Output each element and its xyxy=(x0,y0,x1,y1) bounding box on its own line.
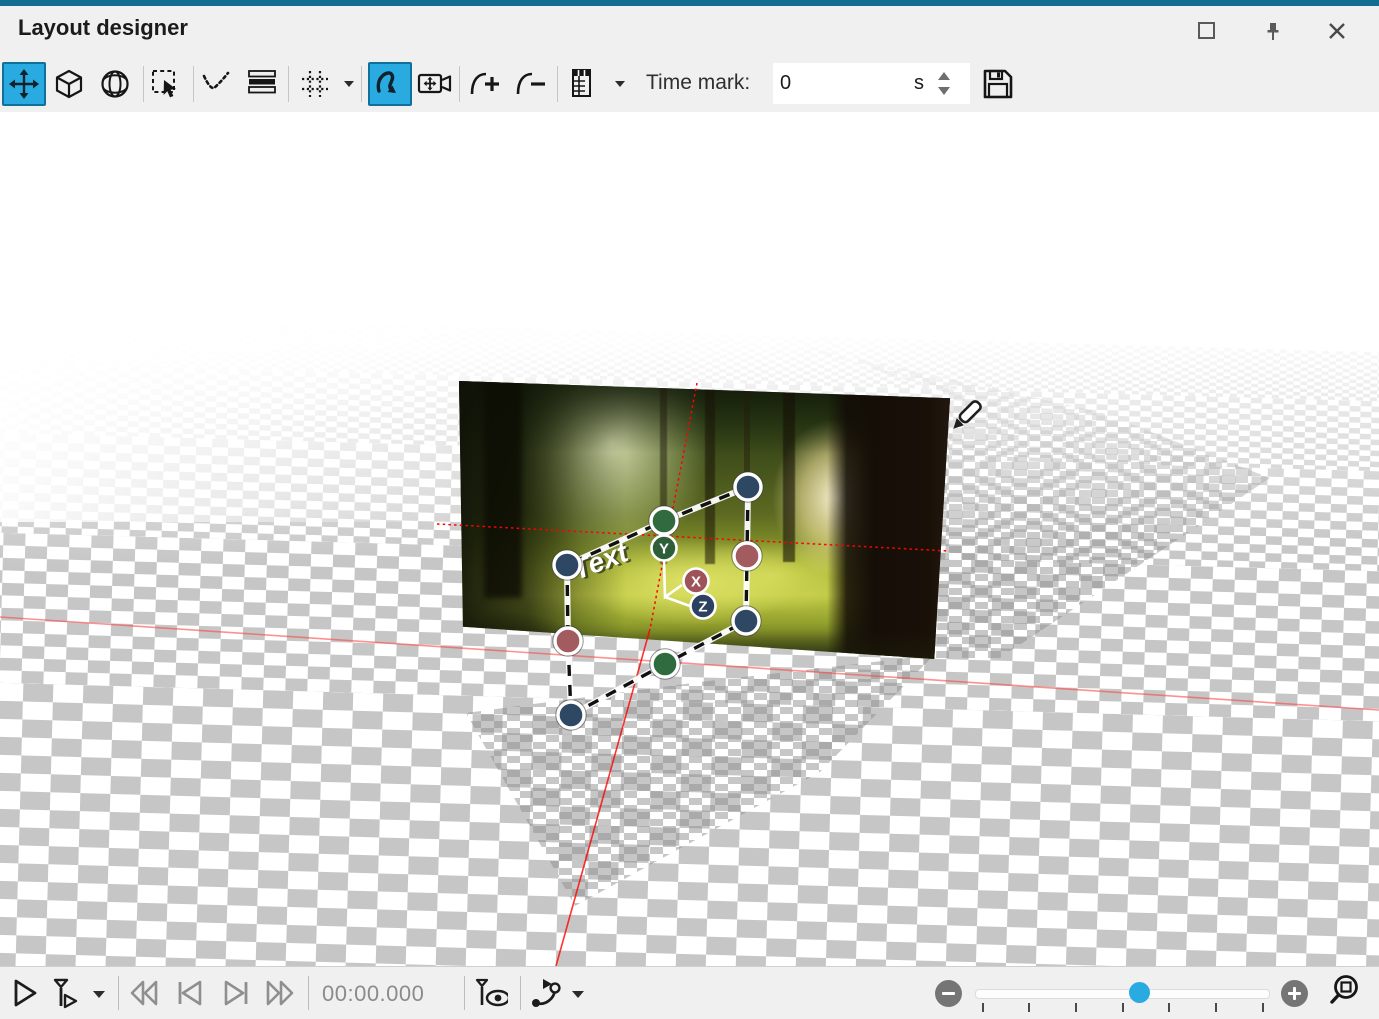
camera-view-button[interactable] xyxy=(414,62,458,106)
play-options-caret[interactable] xyxy=(93,991,105,998)
move-tool-button[interactable] xyxy=(2,62,46,106)
titlebar-accent-stripe xyxy=(0,0,1379,6)
curve-points-tool-button[interactable] xyxy=(195,62,239,106)
keyframe-table-button[interactable] xyxy=(562,62,606,106)
select-tool-button[interactable] xyxy=(144,62,188,106)
time-mark-unit: s xyxy=(914,72,924,94)
add-curve-point-button[interactable] xyxy=(464,62,508,106)
svg-text:Y: Y xyxy=(659,541,669,558)
svg-text:Z: Z xyxy=(698,599,707,616)
handle-corner-top-right[interactable] xyxy=(732,471,764,503)
remove-curve-point-button[interactable] xyxy=(510,62,554,106)
play-icon xyxy=(14,979,37,1007)
marker-visibility-button[interactable] xyxy=(472,975,508,1011)
marker-eye-icon xyxy=(475,978,508,1007)
select-rect-icon xyxy=(152,70,176,98)
time-mark-input[interactable] xyxy=(773,71,900,96)
handle-corner-bottom-left[interactable] xyxy=(555,699,587,731)
axis-handle-z[interactable]: Z xyxy=(689,592,717,620)
pin-icon xyxy=(1267,23,1279,40)
spinner-down[interactable] xyxy=(938,87,950,95)
maximize-button[interactable] xyxy=(1190,16,1224,46)
handles xyxy=(551,471,764,731)
layers-tool-button[interactable] xyxy=(240,62,284,106)
axis-handle-y[interactable]: Y xyxy=(650,534,678,562)
zoom-slider-thumb[interactable] xyxy=(1129,982,1150,1003)
previous-frame-icon xyxy=(178,980,202,1006)
ground-axis-x-line xyxy=(0,616,1379,711)
fast-forward-icon xyxy=(266,980,294,1006)
handle-edge-right[interactable] xyxy=(731,540,763,572)
motion-path-tool-button[interactable] xyxy=(368,62,412,106)
play-from-marker-icon xyxy=(53,978,78,1009)
play-button[interactable] xyxy=(6,975,42,1011)
grid-icon xyxy=(302,71,328,97)
zoom-in-button[interactable] xyxy=(1281,980,1308,1007)
zoom-slider-track[interactable] xyxy=(975,989,1270,999)
handle-corner-left[interactable] xyxy=(551,549,583,581)
save-icon xyxy=(983,69,1013,99)
previous-frame-button[interactable] xyxy=(172,975,208,1011)
next-frame-icon xyxy=(224,980,248,1006)
handle-edge-bottom[interactable] xyxy=(649,648,681,680)
zoom-fit-icon xyxy=(1330,975,1358,1004)
guide-horizontal-dotted xyxy=(436,523,949,552)
top-chrome: Layout designer Time mark: 0 s xyxy=(0,0,1379,113)
grid-tool-button[interactable] xyxy=(293,62,337,106)
cube-tool-button[interactable] xyxy=(47,62,91,106)
move-icon xyxy=(9,69,39,99)
zoom-fit-button[interactable] xyxy=(1328,973,1364,1009)
play-from-marker-button[interactable] xyxy=(48,975,84,1011)
rewind-button[interactable] xyxy=(126,975,162,1011)
keyframe-table-dropdown-caret[interactable] xyxy=(615,81,625,87)
close-icon xyxy=(1329,23,1345,39)
dotted-check-icon xyxy=(202,71,230,90)
layout-canvas[interactable]: Text Text Y X Z xyxy=(0,112,1379,966)
handle-edge-left[interactable] xyxy=(552,625,584,657)
camera-view-icon xyxy=(417,73,452,94)
globe-icon xyxy=(101,70,129,98)
save-button[interactable] xyxy=(976,62,1020,106)
path-playback-button[interactable] xyxy=(528,975,564,1011)
globe-tool-button[interactable] xyxy=(93,62,137,106)
keyframe-table-icon xyxy=(572,69,591,97)
path-playback-caret[interactable] xyxy=(572,991,584,998)
path-playback-icon xyxy=(532,979,561,1007)
layer-bars-icon xyxy=(248,70,276,94)
motion-path-icon xyxy=(376,71,396,93)
spinner-up[interactable] xyxy=(938,72,950,80)
time-mark-field: s xyxy=(773,63,970,104)
handle-edge-top[interactable] xyxy=(648,505,680,537)
time-display: 00:00.000 xyxy=(322,981,425,1006)
fast-forward-button[interactable] xyxy=(262,975,298,1011)
axis-handles: Y X Z xyxy=(650,534,717,620)
window-title: Layout designer xyxy=(18,15,188,40)
transport-bar: 00:00.000 xyxy=(0,966,1379,1019)
next-frame-button[interactable] xyxy=(218,975,254,1011)
remove-curve-point-icon xyxy=(516,72,545,95)
rewind-icon xyxy=(130,980,158,1006)
time-mark-label: Time mark: xyxy=(646,71,751,94)
close-button[interactable] xyxy=(1320,16,1354,46)
layout-designer-window: Layout designer Time mark: 0 s Text Text… xyxy=(0,0,1379,1019)
gizmo-overlay: Text Text Y X Z xyxy=(0,382,1379,966)
grid-dropdown-caret[interactable] xyxy=(344,81,354,87)
pin-button[interactable] xyxy=(1256,16,1290,46)
svg-text:X: X xyxy=(691,574,701,591)
add-curve-point-icon xyxy=(470,72,499,95)
zoom-out-button[interactable] xyxy=(935,980,962,1007)
pen-cursor-icon xyxy=(953,400,982,429)
axis-handle-x[interactable]: X xyxy=(682,567,710,595)
cube-3d-icon xyxy=(55,69,83,99)
handle-corner-bottom-right[interactable] xyxy=(730,605,762,637)
